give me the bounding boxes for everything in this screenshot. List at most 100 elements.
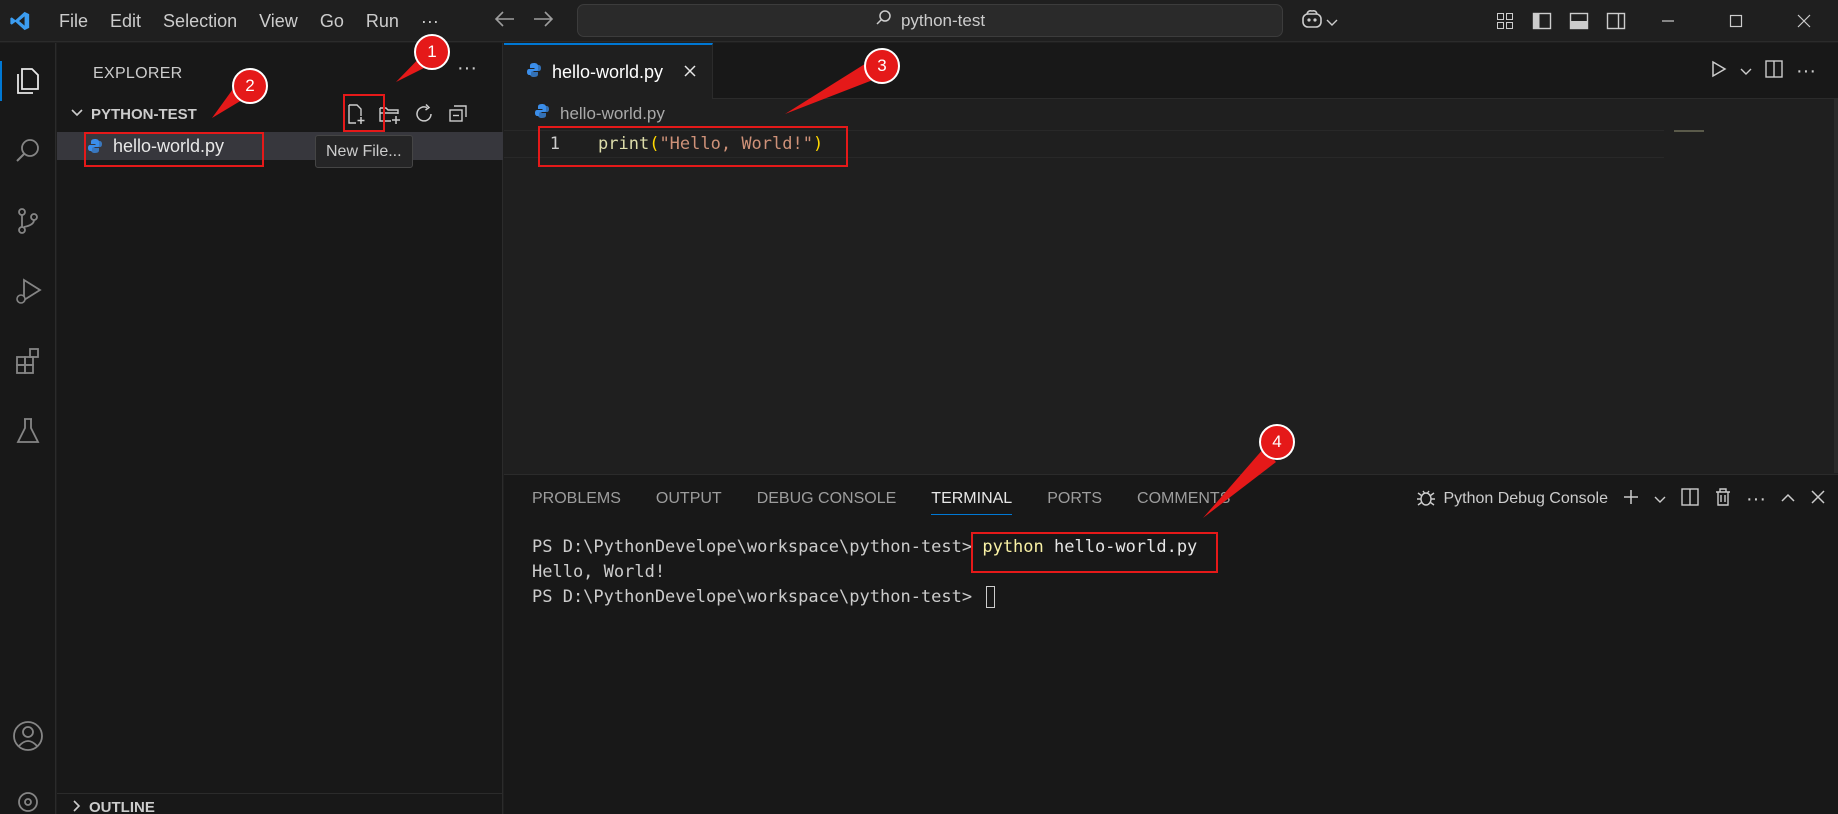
search-view-icon[interactable] [0,123,56,179]
terminal-command: python [982,537,1044,557]
menu-file[interactable]: File [48,0,99,42]
customize-layout-icon[interactable] [1486,0,1523,42]
maximize-icon[interactable] [1702,0,1770,42]
menu-run[interactable]: Run [355,0,410,42]
panel-tabs: PROBLEMS OUTPUT DEBUG CONSOLE TERMINAL P… [532,475,1230,523]
terminal-line: PS D:\PythonDevelope\workspace\python-te… [532,585,1197,610]
toggle-primary-sidebar-icon[interactable] [1523,0,1560,42]
split-editor-icon[interactable] [1764,59,1784,84]
command-center-search[interactable]: python-test [577,4,1283,37]
extensions-icon[interactable] [0,333,56,389]
menu-selection[interactable]: Selection [152,0,248,42]
search-text: python-test [900,10,986,30]
code-paren-close: ) [812,134,824,154]
window-controls [1486,0,1838,42]
editor-more-icon[interactable]: ··· [1796,60,1816,83]
run-debug-icon[interactable] [0,263,56,319]
terminal-line: Hello, World! [532,562,666,582]
menu-more[interactable]: ··· [410,0,450,42]
trash-icon[interactable] [1714,487,1732,512]
outline-section-header[interactable]: OUTLINE [57,793,503,814]
python-file-icon [87,138,103,154]
line-number: 1 [549,134,560,154]
folder-actions [342,100,472,128]
new-file-icon[interactable] [342,100,370,128]
nav-arrows [494,0,554,42]
folder-header[interactable]: PYTHON-TEST [57,100,503,128]
panel-more-icon[interactable]: ··· [1746,488,1766,511]
editor-actions: ··· [1708,43,1838,99]
outline-label: OUTLINE [89,799,155,814]
tab-debug-console[interactable]: DEBUG CONSOLE [757,475,897,523]
sidebar-title: EXPLORER [93,65,183,82]
copilot-icon [1300,8,1324,35]
python-file-icon [526,62,542,83]
close-tab-icon[interactable] [683,61,697,84]
forward-arrow-icon[interactable] [532,10,554,33]
menu-view[interactable]: View [248,0,309,42]
explorer-sidebar: EXPLORER ··· PYTHON-TEST hello-world.py … [57,43,503,814]
editor-area: hello-world.py ··· hello-world.py 1 prin… [504,43,1838,473]
terminal-line: PS D:\PythonDevelope\workspace\python-te… [532,535,1197,560]
code-string: "Hello, World!" [659,134,813,154]
tab-comments[interactable]: COMMENTS [1137,475,1230,523]
manage-gear-icon[interactable] [0,770,56,814]
debug-bug-icon [1415,486,1437,513]
tab-label: hello-world.py [552,61,664,82]
breadcrumb-file: hello-world.py [560,103,665,123]
terminal-cursor [986,586,996,608]
menu-go[interactable]: Go [309,0,355,42]
tab-problems[interactable]: PROBLEMS [532,475,621,523]
code-text: print("Hello, World!") [572,134,823,154]
editor-tab-bar: hello-world.py ··· [504,43,1838,99]
chevron-right-icon [71,799,83,814]
file-tree-item[interactable]: hello-world.py [57,132,503,160]
copilot-menu[interactable] [1300,8,1338,35]
file-name: hello-world.py [113,135,225,156]
split-terminal-icon[interactable] [1680,487,1700,512]
menu-edit[interactable]: Edit [99,0,152,42]
explorer-icon[interactable] [0,53,56,109]
toggle-secondary-sidebar-icon[interactable] [1597,0,1634,42]
terminal-prompt: PS D:\PythonDevelope\workspace\python-te… [532,537,983,557]
refresh-icon[interactable] [410,100,438,128]
code-line[interactable]: 1 print("Hello, World!") [504,130,1664,158]
new-terminal-icon[interactable] [1622,488,1640,511]
close-panel-icon[interactable] [1810,489,1826,510]
editor-scrollbar[interactable] [1834,99,1838,473]
title-bar: File Edit Selection View Go Run ··· pyth… [0,0,1838,42]
tab-ports[interactable]: PORTS [1047,475,1102,523]
terminal-prompt: PS D:\PythonDevelope\workspace\python-te… [532,587,983,607]
bottom-panel: PROBLEMS OUTPUT DEBUG CONSOLE TERMINAL P… [504,474,1838,814]
minimize-icon[interactable] [1634,0,1702,42]
search-icon [875,9,893,32]
sidebar-more-actions[interactable]: ··· [457,57,477,80]
breadcrumb[interactable]: hello-world.py [534,103,665,124]
vscode-logo-icon [0,0,40,42]
new-folder-icon[interactable] [376,100,404,128]
folder-name: PYTHON-TEST [91,105,197,123]
terminal-argument: hello-world.py [1043,537,1198,557]
chevron-down-icon[interactable] [1654,489,1666,509]
close-window-icon[interactable] [1770,0,1838,42]
toggle-panel-icon[interactable] [1560,0,1597,42]
collapse-all-icon[interactable] [444,100,472,128]
code-paren-open: ( [649,134,660,154]
python-file-icon [534,103,550,124]
menu-bar: File Edit Selection View Go Run ··· [48,0,450,42]
testing-flask-icon[interactable] [0,403,56,459]
chevron-up-icon[interactable] [1780,489,1796,509]
back-arrow-icon[interactable] [494,10,516,33]
account-icon[interactable] [0,708,56,764]
new-file-tooltip: New File... [315,135,413,168]
terminal-selector[interactable]: Python Debug Console [1415,486,1608,513]
tab-terminal[interactable]: TERMINAL [931,475,1012,523]
editor-tab[interactable]: hello-world.py [504,43,713,99]
source-control-icon[interactable] [0,193,56,249]
chevron-down-icon[interactable] [1740,61,1752,81]
terminal-output[interactable]: PS D:\PythonDevelope\workspace\python-te… [532,535,1197,610]
minimap[interactable] [1674,129,1710,133]
activity-bar [0,43,56,814]
run-python-file-icon[interactable] [1708,59,1728,84]
tab-output[interactable]: OUTPUT [656,475,722,523]
